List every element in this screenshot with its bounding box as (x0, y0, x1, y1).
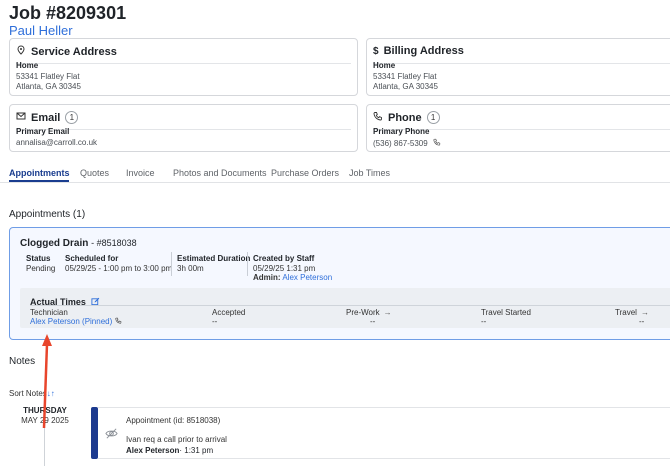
appointment-heading: Clogged Drain - #8518038 (20, 238, 137, 249)
service-address-line2: Atlanta, GA 30345 (16, 82, 81, 91)
edit-icon[interactable] (91, 293, 100, 311)
arrow-right-icon: → (383, 308, 392, 317)
active-tab-indicator (9, 180, 69, 182)
phone-subtitle: Primary Phone (373, 127, 430, 136)
email-header: Email 1 (16, 111, 79, 124)
envelope-icon (16, 111, 26, 124)
divider (247, 252, 248, 276)
phone-value[interactable]: (536) 867-5309 (373, 139, 428, 148)
service-address-title: Service Address (31, 45, 117, 58)
status-label: Status (26, 254, 51, 263)
prework-label: Pre-Work (346, 308, 380, 317)
tab-invoice[interactable]: Invoice (126, 168, 155, 178)
sort-icon[interactable]: ↓↑ (47, 389, 55, 398)
scheduled-value: 05/29/25 - 1:00 pm to 3:00 pm (65, 264, 173, 273)
email-value[interactable]: annalisa@carroll.co.uk (16, 138, 97, 147)
prework-value: -- (370, 317, 376, 326)
service-address-card: Service Address Home 53341 Flatley Flat … (9, 38, 358, 96)
service-address-header: Service Address (16, 45, 117, 58)
note-heading: Appointment (id: 8518038) (126, 416, 221, 425)
eye-off-icon[interactable] (105, 427, 118, 445)
customer-name-link[interactable]: Paul Heller (9, 23, 73, 38)
duration-value: 3h 00m (177, 264, 204, 273)
phone-call-icon[interactable] (433, 138, 441, 148)
email-subtitle: Primary Email (16, 127, 70, 136)
notes-section-title: Notes (9, 356, 36, 367)
technician-label: Technician (30, 308, 68, 317)
note-accent-bar (91, 407, 98, 459)
billing-address-line1: 53341 Flatley Flat (373, 72, 437, 81)
status-value: Pending (26, 264, 56, 273)
email-count-badge: 1 (65, 111, 79, 124)
sort-notes-label: Sort Notes (9, 389, 47, 398)
billing-address-card: $ Billing Address Home 53341 Flatley Fla… (366, 38, 670, 96)
travel-header: Travel → (615, 308, 649, 317)
created-label: Created by Staff (253, 254, 315, 263)
tab-purchase-orders[interactable]: Purchase Orders (271, 168, 339, 178)
dollar-icon: $ (373, 45, 379, 57)
duration-label: Estimated Duration (177, 254, 251, 263)
tab-quotes[interactable]: Quotes (80, 168, 109, 178)
sort-notes-control[interactable]: Sort Notes↓↑ (9, 389, 55, 398)
travel-value: -- (639, 317, 645, 326)
location-pin-icon (16, 45, 26, 58)
phone-icon (373, 111, 383, 124)
billing-address-subtitle: Home (373, 61, 396, 70)
actual-times-divider (30, 305, 670, 306)
tab-job-times[interactable]: Job Times (349, 168, 390, 178)
service-address-line1: 53341 Flatley Flat (16, 72, 80, 81)
scheduled-label: Scheduled for (65, 254, 119, 263)
appointment-name: Clogged Drain (20, 238, 89, 249)
technician-row: Alex Peterson (Pinned) (30, 317, 122, 326)
accepted-value: -- (212, 317, 218, 326)
phone-title: Phone (388, 111, 422, 124)
tab-photos-and-documents[interactable]: Photos and Documents (173, 168, 267, 178)
prework-header: Pre-Work → (346, 308, 392, 317)
travel-started-value: -- (481, 317, 487, 326)
appointment-number: - #8518038 (91, 238, 137, 248)
admin-row: Admin: Alex Peterson (253, 273, 332, 282)
arrow-right-icon: → (640, 308, 649, 317)
phone-card: Phone 1 Primary Phone (536) 867-5309 (366, 104, 670, 152)
note-day: THURSDAY (23, 406, 67, 415)
divider (171, 252, 172, 276)
billing-address-title: Billing Address (383, 45, 464, 57)
travel-label: Travel (615, 308, 637, 317)
admin-link[interactable]: Alex Peterson (282, 273, 332, 282)
appointment-card[interactable]: Clogged Drain - #8518038 Status Pending … (9, 227, 670, 340)
note-author: Alex Peterson (126, 446, 180, 455)
actual-times-panel: Actual Times Technician Alex Peterson (P… (20, 288, 670, 328)
travel-started-label: Travel Started (481, 308, 531, 317)
email-title: Email (31, 111, 61, 124)
page-title: Job #8209301 (9, 3, 127, 23)
note-card[interactable]: Appointment (id: 8518038) Ivan req a cal… (98, 407, 670, 459)
note-time: · 1:31 pm (179, 446, 214, 455)
phone-count-badge: 1 (426, 111, 440, 124)
billing-address-line2: Atlanta, GA 30345 (373, 82, 438, 91)
created-value: 05/29/25 1:31 pm (253, 264, 316, 273)
phone-header: Phone 1 (373, 111, 440, 124)
phone-icon[interactable] (115, 317, 122, 326)
email-card: Email 1 Primary Email annalisa@carroll.c… (9, 104, 358, 152)
notes-timeline (44, 426, 45, 466)
service-address-subtitle: Home (16, 61, 39, 70)
accepted-label: Accepted (212, 308, 246, 317)
appointments-section-title: Appointments (1) (9, 209, 86, 220)
note-meta: Alex Peterson· 1:31 pm (126, 446, 213, 455)
note-date: THURSDAY MAY 29 2025 (18, 406, 72, 425)
phone-value-row: (536) 867-5309 (373, 138, 441, 148)
note-text: Ivan req a call prior to arrival (126, 435, 227, 444)
admin-label: Admin: (253, 273, 281, 282)
note-date-value: MAY 29 2025 (21, 416, 69, 425)
billing-address-header: $ Billing Address (373, 45, 464, 57)
technician-link[interactable]: Alex Peterson (Pinned) (30, 317, 112, 326)
tabs-divider (0, 182, 670, 183)
tab-appointments[interactable]: Appointments (9, 168, 70, 178)
